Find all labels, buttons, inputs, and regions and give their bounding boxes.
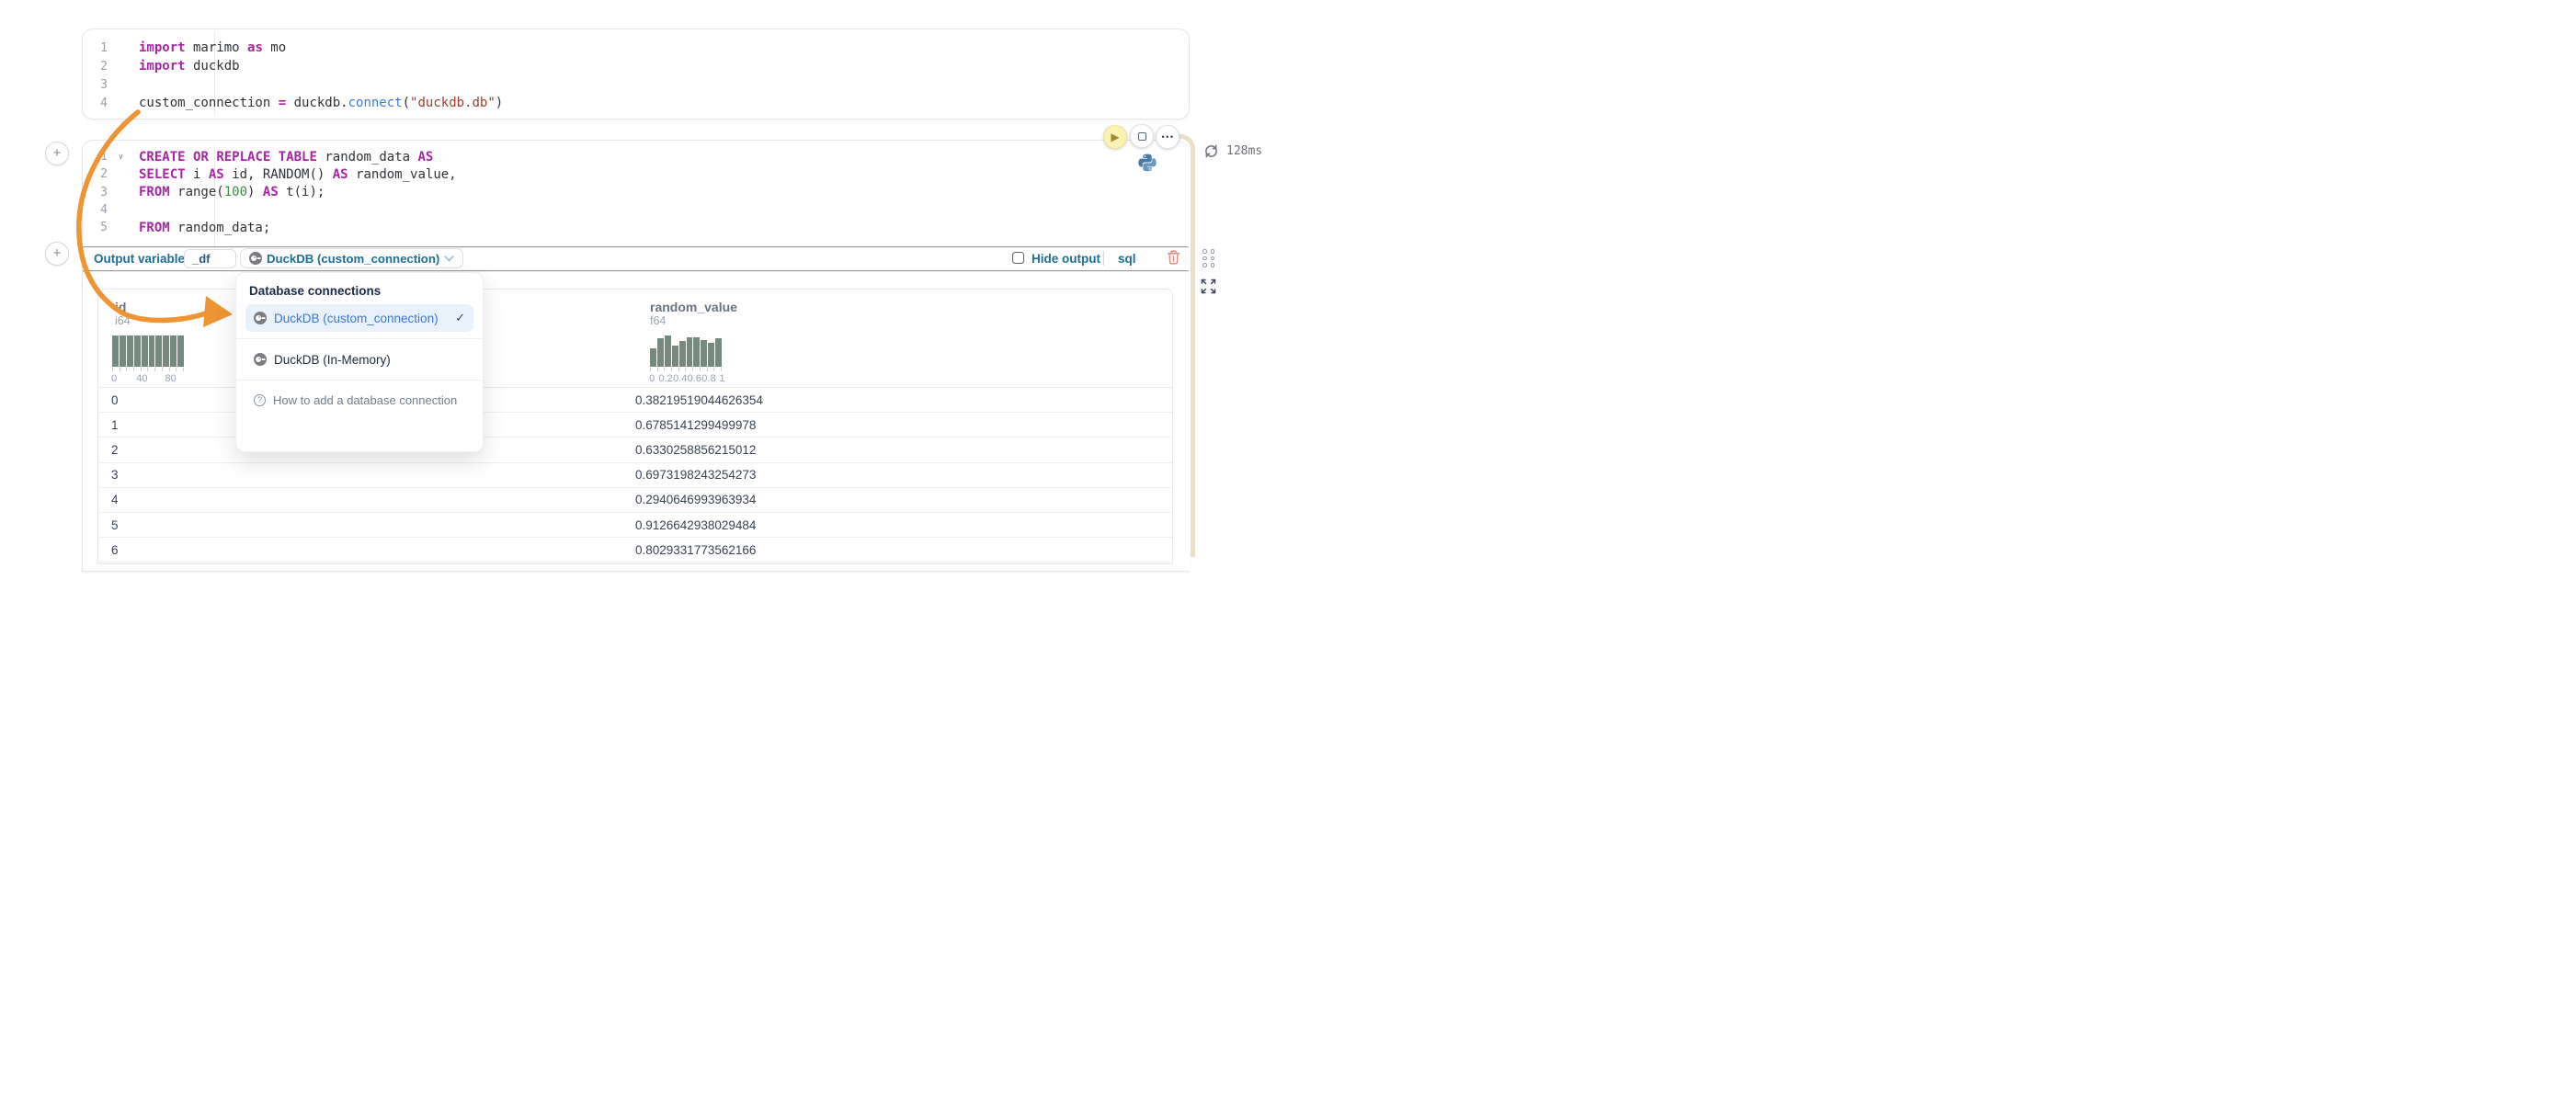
language-toggle-sql[interactable]: sql: [1118, 252, 1136, 266]
line-number: 1: [83, 41, 132, 55]
fold-chevron-icon[interactable]: ∨: [119, 153, 123, 162]
code-line: CREATE OR REPLACE TABLE random_data AS: [132, 150, 433, 165]
line-number: 3: [83, 78, 132, 92]
ellipsis-icon: •••: [1161, 133, 1175, 142]
column-header-id[interactable]: id: [115, 300, 131, 314]
menu-item-label: DuckDB (In-Memory): [274, 353, 391, 367]
chevron-down-icon: [444, 256, 454, 262]
footer-divider: [1103, 251, 1104, 266]
add-cell-button-top[interactable]: +: [45, 142, 69, 165]
sql-code-editor[interactable]: 1∨CREATE OR REPLACE TABLE random_data AS…: [83, 148, 1190, 236]
code-line: import marimo as mo: [132, 40, 286, 55]
cell-random-value: 0.2940646993963934: [635, 493, 756, 506]
column-dtype-random-value: f64: [650, 314, 737, 327]
table-row[interactable]: 30.6973198243254273: [98, 463, 1172, 488]
cell-id: 5: [98, 518, 635, 532]
column-dtype-id: i64: [115, 314, 131, 327]
line-number: 3: [83, 186, 132, 199]
check-icon: ✓: [455, 311, 465, 325]
cell-id: 3: [98, 468, 635, 482]
cell-random-value: 0.6973198243254273: [635, 468, 756, 482]
code-line: FROM random_data;: [132, 221, 270, 235]
line-number: 5: [83, 221, 132, 234]
menu-title: Database connections: [249, 282, 470, 304]
histogram-random-value: 00.20.40.60.81: [650, 335, 722, 384]
line-number: 2: [83, 167, 132, 181]
cell-menu-button[interactable]: •••: [1156, 125, 1180, 149]
duckdb-icon: [249, 252, 262, 265]
column-header-random-value[interactable]: random_value: [650, 300, 737, 314]
refresh-icon[interactable]: [1203, 143, 1219, 159]
runtime-duration: 128ms: [1226, 144, 1262, 158]
connection-dropdown-button[interactable]: DuckDB (custom_connection): [240, 248, 463, 268]
table-row[interactable]: 60.8029331773562166: [98, 538, 1172, 563]
output-variable-input[interactable]: [184, 249, 236, 268]
connection-button-label: DuckDB (custom_connection): [267, 252, 439, 266]
line-number: 4: [83, 97, 132, 110]
histogram-id: 04080: [112, 335, 184, 384]
hide-output-label[interactable]: Hide output: [1032, 252, 1100, 266]
add-cell-button-bottom[interactable]: +: [45, 242, 69, 266]
cell-random-value: 0.6785141299499978: [635, 418, 756, 432]
duckdb-icon: [254, 353, 267, 366]
table-row[interactable]: 40.2940646993963934: [98, 488, 1172, 513]
cell-random-value: 0.6330258856215012: [635, 443, 756, 457]
cell-drag-handle[interactable]: [1203, 249, 1215, 267]
cell-id: 6: [98, 543, 635, 557]
menu-item-3[interactable]: ? How to add a database connection: [245, 387, 473, 413]
run-cell-button[interactable]: ▶: [1103, 125, 1127, 149]
hide-output-checkbox[interactable]: [1012, 252, 1024, 264]
sql-cell-stale-border: [1168, 134, 1195, 557]
cell-id: 4: [98, 493, 635, 506]
database-connections-menu: Database connections DuckDB (custom_conn…: [235, 272, 484, 452]
python-icon: [1137, 153, 1157, 177]
help-icon: ?: [254, 394, 266, 406]
delete-cell-trash-icon[interactable]: [1167, 250, 1180, 265]
cell-random-value: 0.9126642938029484: [635, 518, 756, 532]
cell-random-value: 0.38219519044626354: [635, 393, 763, 407]
cell-runtime: 128ms: [1203, 143, 1262, 159]
menu-item-label: DuckDB (custom_connection): [274, 312, 439, 325]
line-number: 1∨: [83, 150, 132, 164]
menu-item-2[interactable]: DuckDB (In-Memory): [245, 346, 473, 373]
menu-item-label: How to add a database connection: [273, 393, 457, 407]
table-row[interactable]: 50.9126642938029484: [98, 513, 1172, 538]
stop-icon: [1138, 132, 1146, 141]
play-icon: ▶: [1111, 131, 1119, 142]
code-line: import duckdb: [132, 59, 240, 74]
output-variable-label: Output variable:: [94, 252, 189, 266]
duckdb-icon: [254, 312, 267, 324]
python-code-editor[interactable]: 1import marimo as mo2import duckdb3 4cust…: [83, 39, 1189, 112]
line-number: 4: [83, 203, 132, 217]
expand-output-icon[interactable]: [1201, 278, 1216, 294]
cell-random-value: 0.8029331773562166: [635, 543, 756, 557]
code-line: SELECT i AS id, RANDOM() AS random_value…: [132, 167, 457, 182]
code-line: custom_connection = duckdb.connect("duck…: [132, 96, 503, 110]
line-number: 2: [83, 60, 132, 74]
stop-cell-button[interactable]: [1130, 124, 1154, 148]
menu-item-1[interactable]: DuckDB (custom_connection) ✓: [245, 304, 473, 332]
code-line: FROM range(100) AS t(i);: [132, 185, 325, 199]
python-code-cell: 1import marimo as mo2import duckdb3 4cust…: [82, 28, 1190, 119]
